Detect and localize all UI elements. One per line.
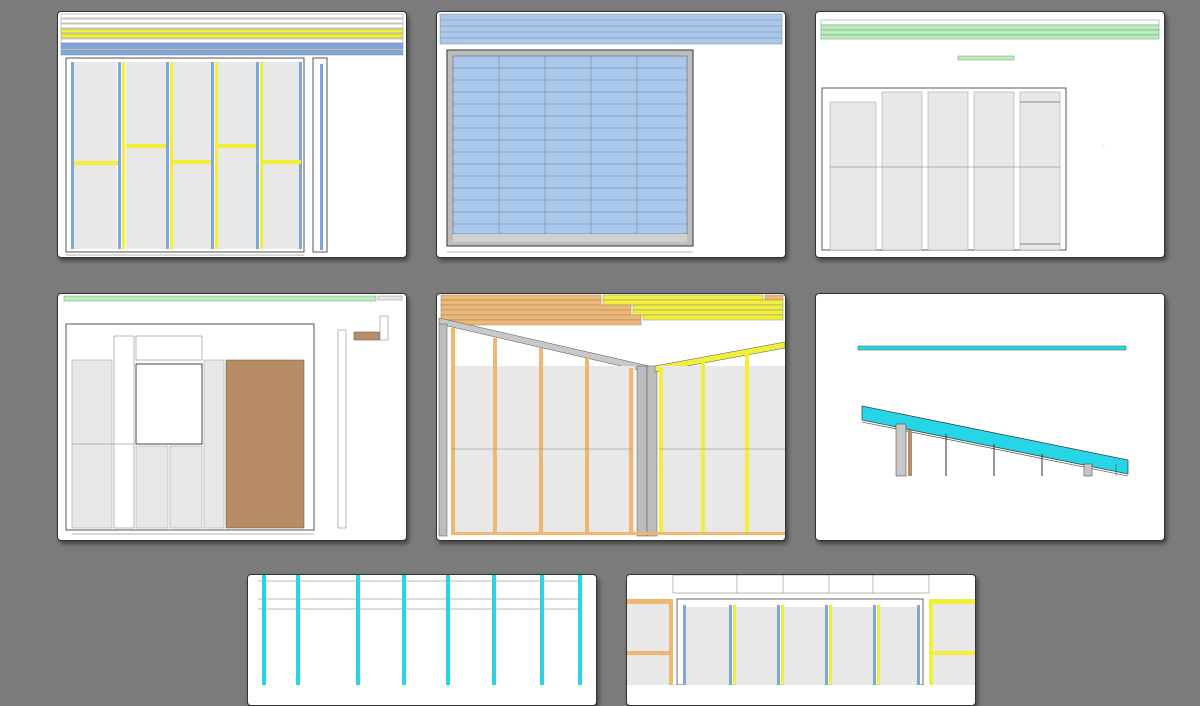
sheet-roof-panel-plan[interactable]: [436, 11, 786, 258]
wall-framing-side-drawing: —: [820, 19, 1160, 251]
sheet-floor-joist-layout[interactable]: [247, 574, 597, 706]
wall-framing-detail-drawing: [627, 575, 975, 685]
gable-walls-drawing: [438, 294, 785, 537]
floor-joist-layout-drawing: [258, 575, 582, 685]
layout-sheets-viewer: { "window": { "background": "#7b7b7b" },…: [0, 0, 1200, 706]
wall-framing-front-drawing: [60, 13, 404, 256]
sheet-wall-framing-front[interactable]: [57, 11, 407, 258]
svg-text:—: —: [1102, 143, 1105, 147]
sheet-wall-framing-detail[interactable]: [626, 574, 976, 706]
roof-panel-plan-drawing: [439, 13, 783, 253]
sheet-wall-openings-cladding[interactable]: [57, 293, 407, 541]
roof-section-drawing: [857, 345, 1129, 477]
sheet-gable-walls[interactable]: [436, 293, 786, 541]
sheet-roof-section[interactable]: [815, 293, 1165, 541]
sheet-wall-framing-side[interactable]: —: [815, 11, 1165, 258]
wall-openings-cladding-drawing: [63, 295, 403, 535]
